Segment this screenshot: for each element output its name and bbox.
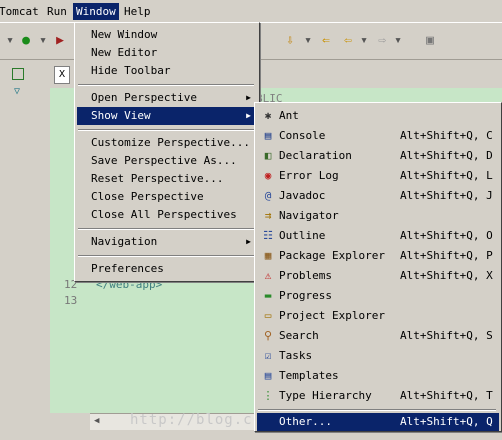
preferences-item[interactable]: Preferences: [77, 260, 257, 278]
declaration-view-item[interactable]: ◧ Declaration Alt+Shift+Q, D: [257, 147, 499, 165]
progress-icon: ▬: [264, 289, 272, 302]
new-window-item[interactable]: New Window: [77, 26, 257, 44]
line-number: 13: [64, 294, 78, 307]
type-hierarchy-view-item[interactable]: ⋮ Type Hierarchy Alt+Shift+Q, T: [257, 387, 499, 405]
next-annotation-icon[interactable]: ⇩: [282, 33, 298, 49]
menu-tomcat[interactable]: Tomcat: [0, 3, 42, 20]
submenu-arrow-icon: ▶: [246, 93, 251, 102]
submenu-arrow-icon: ▶: [246, 237, 251, 246]
search-view-item[interactable]: ⚲ Search Alt+Shift+Q, S: [257, 327, 499, 345]
menu-run[interactable]: Run: [44, 3, 70, 20]
submenu-arrow-icon: ▶: [246, 111, 251, 120]
type-hierarchy-icon: ⋮: [262, 389, 274, 402]
editor-gutter: [50, 88, 66, 413]
window-menu: New Window New Editor Hide Toolbar Open …: [74, 22, 260, 282]
other-view-item[interactable]: Other... Alt+Shift+Q, Q: [257, 413, 499, 431]
close-all-perspectives-item[interactable]: Close All Perspectives: [77, 206, 257, 224]
scroll-left-icon[interactable]: ◀: [94, 416, 99, 426]
left-trim: ▽: [0, 60, 40, 440]
outline-view-item[interactable]: ☷ Outline Alt+Shift+Q, O: [257, 227, 499, 245]
xml-file-icon[interactable]: X: [54, 66, 70, 84]
dropdown-arrow-icon[interactable]: ▾: [300, 33, 316, 49]
javadoc-icon: @: [264, 189, 272, 202]
menu-separator: [78, 84, 254, 86]
external-tools-icon[interactable]: ▶: [52, 33, 68, 49]
ant-icon: ✱: [264, 109, 272, 122]
outline-icon: ☷: [263, 229, 273, 242]
open-perspective-item[interactable]: Open Perspective ▶: [77, 89, 257, 107]
tasks-icon: ☑: [264, 349, 272, 362]
progress-view-item[interactable]: ▬ Progress: [257, 287, 499, 305]
problems-icon: ⚠: [264, 269, 272, 282]
menu-help[interactable]: Help: [121, 3, 154, 20]
dropdown-arrow-icon[interactable]: ▾: [35, 33, 51, 49]
templates-view-item[interactable]: ▤ Templates: [257, 367, 499, 385]
ant-view-item[interactable]: ✱ Ant: [257, 107, 499, 125]
show-view-item[interactable]: Show View ▶: [77, 107, 257, 125]
bottom-panel-tabs: [56, 430, 176, 440]
console-icon: ▤: [264, 129, 272, 142]
package-explorer-view-item[interactable]: ▦ Package Explorer Alt+Shift+Q, P: [257, 247, 499, 265]
forward-icon[interactable]: ⇨: [374, 33, 390, 49]
dropdown-arrow-icon[interactable]: ▾: [390, 33, 406, 49]
package-explorer-icon: ▦: [264, 249, 272, 262]
back-icon[interactable]: ⇦: [340, 33, 356, 49]
tasks-view-item[interactable]: ☑ Tasks: [257, 347, 499, 365]
console-view-item[interactable]: ▤ Console Alt+Shift+Q, C: [257, 127, 499, 145]
navigation-item[interactable]: Navigation ▶: [77, 233, 257, 251]
show-view-submenu: ✱ Ant ▤ Console Alt+Shift+Q, C ◧ Declaration…: [254, 102, 502, 432]
error-log-view-item[interactable]: ◉ Error Log Alt+Shift+Q, L: [257, 167, 499, 185]
close-perspective-item[interactable]: Close Perspective: [77, 188, 257, 206]
restore-view-icon[interactable]: [12, 68, 24, 80]
hide-toolbar-item[interactable]: Hide Toolbar: [77, 62, 257, 80]
menu-window[interactable]: Window: [73, 3, 119, 20]
pin-editor-icon[interactable]: ▣: [422, 33, 438, 49]
templates-icon: ▤: [264, 369, 272, 382]
menu-separator: [78, 255, 254, 257]
project-explorer-icon: ▭: [264, 309, 272, 322]
problems-view-item[interactable]: ⚠ Problems Alt+Shift+Q, X: [257, 267, 499, 285]
run-icon[interactable]: ●: [18, 33, 34, 49]
customize-perspective-item[interactable]: Customize Perspective...: [77, 134, 257, 152]
view-menu-icon[interactable]: ▽: [14, 86, 20, 97]
navigator-view-item[interactable]: ⇉ Navigator: [257, 207, 499, 225]
menu-separator: [78, 129, 254, 131]
error-log-icon: ◉: [264, 169, 272, 182]
menu-separator: [258, 409, 496, 411]
project-explorer-view-item[interactable]: ▭ Project Explorer: [257, 307, 499, 325]
dropdown-arrow-icon[interactable]: ▾: [356, 33, 372, 49]
menubar: Tomcat Run Window Help: [0, 0, 502, 22]
search-icon: ⚲: [263, 329, 273, 342]
reset-perspective-item[interactable]: Reset Perspective...: [77, 170, 257, 188]
save-perspective-as-item[interactable]: Save Perspective As...: [77, 152, 257, 170]
declaration-icon: ◧: [264, 149, 272, 162]
navigator-icon: ⇉: [264, 209, 272, 222]
menu-separator: [78, 228, 254, 230]
dropdown-arrow-icon[interactable]: ▾: [2, 33, 18, 49]
javadoc-view-item[interactable]: @ Javadoc Alt+Shift+Q, J: [257, 187, 499, 205]
back-to-edit-icon[interactable]: ⇐: [318, 33, 334, 49]
new-editor-item[interactable]: New Editor: [77, 44, 257, 62]
